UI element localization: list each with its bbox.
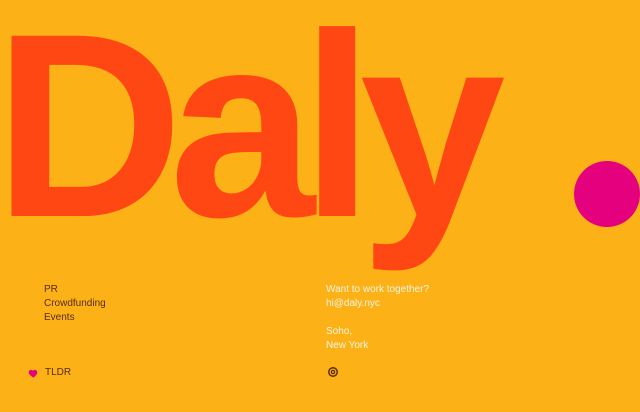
tldr-link[interactable]: TLDR bbox=[28, 366, 71, 380]
email-link[interactable]: hi@daly.nyc bbox=[326, 297, 429, 311]
heart-icon bbox=[28, 369, 38, 378]
address: Soho, New York bbox=[326, 325, 429, 353]
logo-dot bbox=[574, 161, 640, 227]
service-item-pr[interactable]: PR bbox=[44, 283, 106, 297]
tldr-label: TLDR bbox=[45, 367, 72, 378]
target-icon[interactable] bbox=[327, 366, 339, 378]
address-line-1: Soho, bbox=[326, 326, 353, 337]
service-item-events[interactable]: Events bbox=[44, 311, 106, 325]
wordmark: Daly bbox=[0, 0, 507, 273]
contact-block: Want to work together? hi@daly.nyc Soho,… bbox=[326, 283, 429, 353]
homepage: Daly PR Crowdfunding Events Want to work… bbox=[0, 0, 640, 412]
work-together-link[interactable]: Want to work together? bbox=[326, 283, 429, 297]
daly-logo[interactable]: Daly bbox=[0, 0, 640, 412]
service-item-crowdfunding[interactable]: Crowdfunding bbox=[44, 297, 106, 311]
services-nav: PR Crowdfunding Events bbox=[44, 283, 106, 325]
address-line-2: New York bbox=[326, 340, 369, 351]
